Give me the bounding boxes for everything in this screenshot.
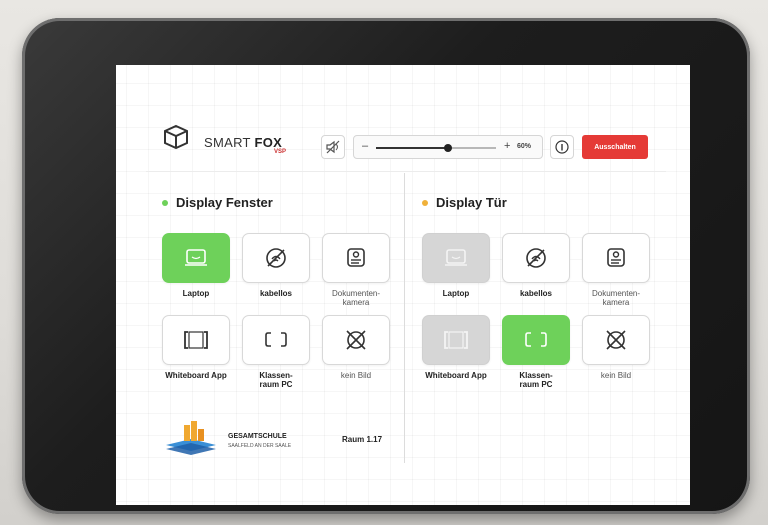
info-button[interactable] bbox=[550, 135, 574, 159]
document-camera-icon bbox=[344, 246, 368, 270]
room-label: Raum 1.17 bbox=[342, 435, 383, 444]
brand-title: SMART FOX bbox=[204, 135, 282, 150]
tile-label: Klassen- raum PC bbox=[519, 371, 553, 389]
tile-label: Whiteboard App bbox=[165, 371, 227, 380]
tile-label: Laptop bbox=[182, 289, 210, 298]
source-tile-laptop[interactable] bbox=[162, 233, 230, 283]
no-image-icon bbox=[343, 328, 369, 352]
whiteboard-icon bbox=[181, 329, 211, 351]
volume-slider-fill bbox=[376, 147, 448, 149]
status-dot bbox=[162, 199, 168, 206]
whiteboard-icon bbox=[441, 329, 471, 351]
brand-bold: FOX bbox=[254, 135, 283, 150]
source-tile-monitor[interactable] bbox=[502, 315, 570, 365]
school-name: GESAMTSCHULE bbox=[228, 433, 287, 440]
source-tile-whiteboard[interactable] bbox=[422, 315, 490, 365]
tile-label: Laptop bbox=[442, 289, 470, 298]
source-tile-wireless-off[interactable] bbox=[242, 233, 310, 283]
header: SMART FOX VSP – + 60% Ausschalten bbox=[116, 65, 690, 175]
volume-down-button[interactable]: – bbox=[362, 140, 368, 152]
source-tile-wireless-off[interactable] bbox=[502, 233, 570, 283]
document-camera-icon bbox=[604, 246, 628, 270]
school-logo-icon bbox=[166, 421, 216, 455]
mute-button[interactable] bbox=[321, 135, 345, 159]
header-divider bbox=[146, 171, 666, 172]
panel-divider bbox=[404, 173, 405, 463]
brand-sub: VSP bbox=[274, 149, 287, 155]
source-tile-document-camera[interactable] bbox=[322, 233, 390, 283]
panel-title-1: Display Tür bbox=[422, 195, 507, 210]
source-tile-whiteboard[interactable] bbox=[162, 315, 230, 365]
tablet-frame: SMART FOX VSP – + 60% Ausschalten Displa… bbox=[22, 18, 750, 514]
brand-light: SMART bbox=[204, 135, 255, 150]
panel-title-text: Display Tür bbox=[436, 195, 507, 210]
source-tile-laptop[interactable] bbox=[422, 233, 490, 283]
laptop-icon bbox=[443, 247, 469, 269]
source-tile-monitor[interactable] bbox=[242, 315, 310, 365]
panel-title-text: Display Fenster bbox=[176, 195, 273, 210]
info-icon bbox=[555, 140, 569, 154]
source-tile-no-image[interactable] bbox=[322, 315, 390, 365]
school-subtitle: SAALFELD AN DER SAALE bbox=[228, 443, 292, 449]
tile-label: kein Bild bbox=[340, 371, 372, 380]
source-tile-no-image[interactable] bbox=[582, 315, 650, 365]
tile-label: Whiteboard App bbox=[425, 371, 487, 380]
status-dot bbox=[422, 199, 428, 206]
wireless-off-icon bbox=[523, 246, 549, 270]
volume-percent: 60% bbox=[517, 143, 532, 150]
panel-title-0: Display Fenster bbox=[162, 195, 273, 210]
tile-label: Dokumenten- kamera bbox=[331, 289, 381, 307]
monitor-icon bbox=[523, 329, 549, 351]
laptop-icon bbox=[183, 247, 209, 269]
power-off-button[interactable]: Ausschalten bbox=[582, 135, 648, 159]
tile-label: kabellos bbox=[259, 289, 292, 298]
tile-label: Dokumenten- kamera bbox=[591, 289, 641, 307]
smartfox-logo-icon bbox=[164, 124, 188, 150]
no-image-icon bbox=[603, 328, 629, 352]
tile-label: kein Bild bbox=[600, 371, 632, 380]
touch-panel-screen: SMART FOX VSP – + 60% Ausschalten Displa… bbox=[116, 65, 690, 505]
tile-label: kabellos bbox=[519, 289, 552, 298]
volume-slider-knob[interactable] bbox=[444, 144, 452, 152]
tile-label: Klassen- raum PC bbox=[259, 371, 293, 389]
wireless-off-icon bbox=[263, 246, 289, 270]
monitor-icon bbox=[263, 329, 289, 351]
volume-slider-track[interactable] bbox=[376, 144, 496, 152]
volume-slider-box: – + 60% bbox=[353, 135, 543, 159]
source-tile-document-camera[interactable] bbox=[582, 233, 650, 283]
volume-up-button[interactable]: + bbox=[504, 140, 510, 152]
speaker-muted-icon bbox=[326, 140, 340, 154]
